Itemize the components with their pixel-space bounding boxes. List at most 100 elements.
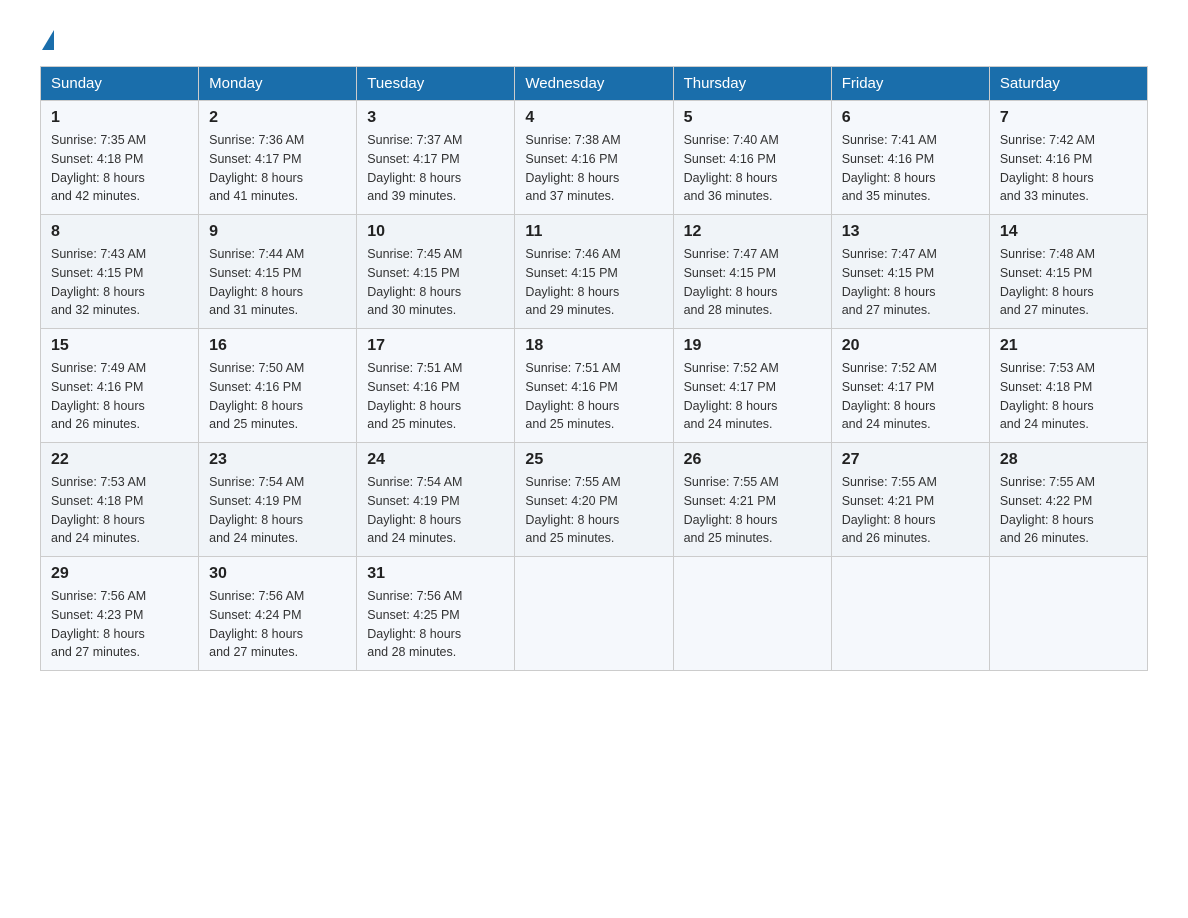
calendar-cell: 17 Sunrise: 7:51 AM Sunset: 4:16 PM Dayl… (357, 329, 515, 443)
calendar-row-1: 1 Sunrise: 7:35 AM Sunset: 4:18 PM Dayli… (41, 101, 1148, 215)
day-info: Sunrise: 7:48 AM Sunset: 4:15 PM Dayligh… (1000, 245, 1137, 320)
calendar-cell (989, 557, 1147, 671)
calendar-cell: 12 Sunrise: 7:47 AM Sunset: 4:15 PM Dayl… (673, 215, 831, 329)
day-info: Sunrise: 7:41 AM Sunset: 4:16 PM Dayligh… (842, 131, 979, 206)
day-info: Sunrise: 7:53 AM Sunset: 4:18 PM Dayligh… (1000, 359, 1137, 434)
calendar-cell: 14 Sunrise: 7:48 AM Sunset: 4:15 PM Dayl… (989, 215, 1147, 329)
day-number: 31 (367, 565, 504, 583)
page-header (40, 30, 1148, 50)
day-number: 22 (51, 451, 188, 469)
calendar-header: SundayMondayTuesdayWednesdayThursdayFrid… (41, 67, 1148, 101)
col-header-wednesday: Wednesday (515, 67, 673, 101)
calendar-cell: 3 Sunrise: 7:37 AM Sunset: 4:17 PM Dayli… (357, 101, 515, 215)
day-number: 4 (525, 109, 662, 127)
calendar-row-3: 15 Sunrise: 7:49 AM Sunset: 4:16 PM Dayl… (41, 329, 1148, 443)
calendar-cell: 1 Sunrise: 7:35 AM Sunset: 4:18 PM Dayli… (41, 101, 199, 215)
day-info: Sunrise: 7:42 AM Sunset: 4:16 PM Dayligh… (1000, 131, 1137, 206)
day-number: 18 (525, 337, 662, 355)
day-info: Sunrise: 7:56 AM Sunset: 4:25 PM Dayligh… (367, 587, 504, 662)
day-number: 1 (51, 109, 188, 127)
calendar-row-5: 29 Sunrise: 7:56 AM Sunset: 4:23 PM Dayl… (41, 557, 1148, 671)
day-info: Sunrise: 7:38 AM Sunset: 4:16 PM Dayligh… (525, 131, 662, 206)
calendar-cell: 21 Sunrise: 7:53 AM Sunset: 4:18 PM Dayl… (989, 329, 1147, 443)
calendar-cell: 13 Sunrise: 7:47 AM Sunset: 4:15 PM Dayl… (831, 215, 989, 329)
day-number: 6 (842, 109, 979, 127)
day-info: Sunrise: 7:55 AM Sunset: 4:22 PM Dayligh… (1000, 473, 1137, 548)
logo-triangle-icon (42, 30, 54, 50)
day-number: 15 (51, 337, 188, 355)
calendar-cell: 5 Sunrise: 7:40 AM Sunset: 4:16 PM Dayli… (673, 101, 831, 215)
calendar-body: 1 Sunrise: 7:35 AM Sunset: 4:18 PM Dayli… (41, 101, 1148, 671)
calendar-cell: 16 Sunrise: 7:50 AM Sunset: 4:16 PM Dayl… (199, 329, 357, 443)
day-number: 5 (684, 109, 821, 127)
calendar-cell: 11 Sunrise: 7:46 AM Sunset: 4:15 PM Dayl… (515, 215, 673, 329)
day-number: 24 (367, 451, 504, 469)
day-number: 2 (209, 109, 346, 127)
col-header-monday: Monday (199, 67, 357, 101)
day-number: 28 (1000, 451, 1137, 469)
calendar-cell: 8 Sunrise: 7:43 AM Sunset: 4:15 PM Dayli… (41, 215, 199, 329)
day-info: Sunrise: 7:56 AM Sunset: 4:23 PM Dayligh… (51, 587, 188, 662)
day-info: Sunrise: 7:36 AM Sunset: 4:17 PM Dayligh… (209, 131, 346, 206)
logo (40, 30, 56, 50)
day-number: 13 (842, 223, 979, 241)
day-number: 30 (209, 565, 346, 583)
day-info: Sunrise: 7:45 AM Sunset: 4:15 PM Dayligh… (367, 245, 504, 320)
day-info: Sunrise: 7:51 AM Sunset: 4:16 PM Dayligh… (367, 359, 504, 434)
calendar-cell: 10 Sunrise: 7:45 AM Sunset: 4:15 PM Dayl… (357, 215, 515, 329)
header-row: SundayMondayTuesdayWednesdayThursdayFrid… (41, 67, 1148, 101)
calendar-cell: 15 Sunrise: 7:49 AM Sunset: 4:16 PM Dayl… (41, 329, 199, 443)
day-info: Sunrise: 7:55 AM Sunset: 4:20 PM Dayligh… (525, 473, 662, 548)
calendar-cell (831, 557, 989, 671)
calendar-cell (673, 557, 831, 671)
day-number: 7 (1000, 109, 1137, 127)
day-info: Sunrise: 7:43 AM Sunset: 4:15 PM Dayligh… (51, 245, 188, 320)
calendar-cell: 27 Sunrise: 7:55 AM Sunset: 4:21 PM Dayl… (831, 443, 989, 557)
calendar-cell: 25 Sunrise: 7:55 AM Sunset: 4:20 PM Dayl… (515, 443, 673, 557)
day-number: 16 (209, 337, 346, 355)
calendar-cell: 4 Sunrise: 7:38 AM Sunset: 4:16 PM Dayli… (515, 101, 673, 215)
day-info: Sunrise: 7:51 AM Sunset: 4:16 PM Dayligh… (525, 359, 662, 434)
day-info: Sunrise: 7:50 AM Sunset: 4:16 PM Dayligh… (209, 359, 346, 434)
calendar-cell (515, 557, 673, 671)
day-number: 21 (1000, 337, 1137, 355)
calendar-cell: 6 Sunrise: 7:41 AM Sunset: 4:16 PM Dayli… (831, 101, 989, 215)
calendar-table: SundayMondayTuesdayWednesdayThursdayFrid… (40, 66, 1148, 671)
day-number: 25 (525, 451, 662, 469)
day-number: 19 (684, 337, 821, 355)
calendar-cell: 7 Sunrise: 7:42 AM Sunset: 4:16 PM Dayli… (989, 101, 1147, 215)
day-number: 27 (842, 451, 979, 469)
col-header-thursday: Thursday (673, 67, 831, 101)
calendar-cell: 30 Sunrise: 7:56 AM Sunset: 4:24 PM Dayl… (199, 557, 357, 671)
col-header-sunday: Sunday (41, 67, 199, 101)
day-number: 29 (51, 565, 188, 583)
day-number: 14 (1000, 223, 1137, 241)
calendar-cell: 18 Sunrise: 7:51 AM Sunset: 4:16 PM Dayl… (515, 329, 673, 443)
day-info: Sunrise: 7:55 AM Sunset: 4:21 PM Dayligh… (842, 473, 979, 548)
day-info: Sunrise: 7:49 AM Sunset: 4:16 PM Dayligh… (51, 359, 188, 434)
day-number: 20 (842, 337, 979, 355)
day-info: Sunrise: 7:44 AM Sunset: 4:15 PM Dayligh… (209, 245, 346, 320)
calendar-cell: 20 Sunrise: 7:52 AM Sunset: 4:17 PM Dayl… (831, 329, 989, 443)
day-number: 8 (51, 223, 188, 241)
calendar-cell: 31 Sunrise: 7:56 AM Sunset: 4:25 PM Dayl… (357, 557, 515, 671)
calendar-cell: 29 Sunrise: 7:56 AM Sunset: 4:23 PM Dayl… (41, 557, 199, 671)
day-info: Sunrise: 7:47 AM Sunset: 4:15 PM Dayligh… (684, 245, 821, 320)
day-info: Sunrise: 7:40 AM Sunset: 4:16 PM Dayligh… (684, 131, 821, 206)
day-number: 26 (684, 451, 821, 469)
day-info: Sunrise: 7:55 AM Sunset: 4:21 PM Dayligh… (684, 473, 821, 548)
day-info: Sunrise: 7:52 AM Sunset: 4:17 PM Dayligh… (684, 359, 821, 434)
day-info: Sunrise: 7:46 AM Sunset: 4:15 PM Dayligh… (525, 245, 662, 320)
col-header-friday: Friday (831, 67, 989, 101)
day-number: 17 (367, 337, 504, 355)
day-info: Sunrise: 7:52 AM Sunset: 4:17 PM Dayligh… (842, 359, 979, 434)
calendar-cell: 26 Sunrise: 7:55 AM Sunset: 4:21 PM Dayl… (673, 443, 831, 557)
day-info: Sunrise: 7:53 AM Sunset: 4:18 PM Dayligh… (51, 473, 188, 548)
calendar-cell: 9 Sunrise: 7:44 AM Sunset: 4:15 PM Dayli… (199, 215, 357, 329)
col-header-saturday: Saturday (989, 67, 1147, 101)
calendar-cell: 22 Sunrise: 7:53 AM Sunset: 4:18 PM Dayl… (41, 443, 199, 557)
calendar-cell: 28 Sunrise: 7:55 AM Sunset: 4:22 PM Dayl… (989, 443, 1147, 557)
day-number: 9 (209, 223, 346, 241)
day-number: 11 (525, 223, 662, 241)
calendar-row-4: 22 Sunrise: 7:53 AM Sunset: 4:18 PM Dayl… (41, 443, 1148, 557)
